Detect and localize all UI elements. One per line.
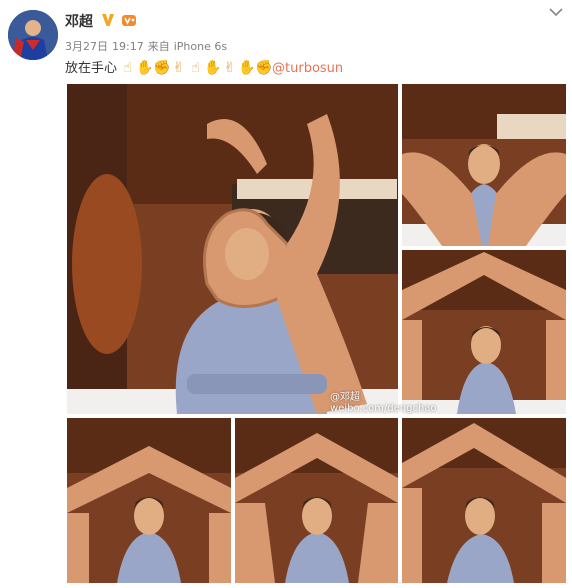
- post-text: 放在手心 ☝ ✋✊ ✌ ☝ ✋ ✌ ✋✊@turbosun: [65, 58, 343, 78]
- ok-hand-icon: ✋: [204, 60, 222, 76]
- watermark-handle: @邓超: [330, 392, 360, 403]
- post-meta: 3月27日 19:17 来自 iPhone 6s: [65, 38, 231, 54]
- emoji-row: ☝ ✋✊ ✌ ☝ ✋ ✌ ✋✊: [119, 58, 272, 79]
- username[interactable]: 邓超: [65, 11, 93, 31]
- post-date[interactable]: 3月27日: [65, 40, 108, 53]
- watermark: @邓超 weibo.com/dengchao: [330, 392, 437, 414]
- finger-point-icon: ☝: [123, 60, 132, 76]
- verified-v-icon: [102, 14, 114, 26]
- thumbs-up-icon: ☝: [191, 60, 200, 76]
- photo-open-palms[interactable]: [402, 84, 566, 246]
- avatar[interactable]: [8, 10, 58, 60]
- photo-ok-hand[interactable]: [67, 84, 398, 414]
- rock-icon: ✌: [223, 60, 236, 76]
- photo-hand-roof-2[interactable]: [67, 418, 231, 583]
- photo-hand-roof-4[interactable]: [402, 418, 566, 583]
- post-body: 放在手心: [65, 61, 118, 76]
- peace-icon: ✌: [172, 60, 185, 76]
- fist-icon: ✊: [255, 60, 273, 76]
- post-time[interactable]: 19:17: [112, 40, 144, 53]
- photo-hand-roof-1[interactable]: [402, 250, 566, 414]
- source-device[interactable]: iPhone 6s: [174, 40, 227, 53]
- ok-hand-icon: ✋: [238, 60, 256, 76]
- photo-hand-roof-3[interactable]: [235, 418, 398, 583]
- chevron-down-icon[interactable]: [548, 6, 564, 18]
- source-prefix: 来自: [147, 40, 170, 53]
- watermark-url: weibo.com/dengchao: [330, 403, 437, 414]
- handshake-icon: ✊: [153, 60, 171, 76]
- mention-link[interactable]: @turbosun: [272, 61, 343, 76]
- vip-icon[interactable]: [121, 12, 137, 28]
- pray-icon: ✋: [136, 60, 154, 76]
